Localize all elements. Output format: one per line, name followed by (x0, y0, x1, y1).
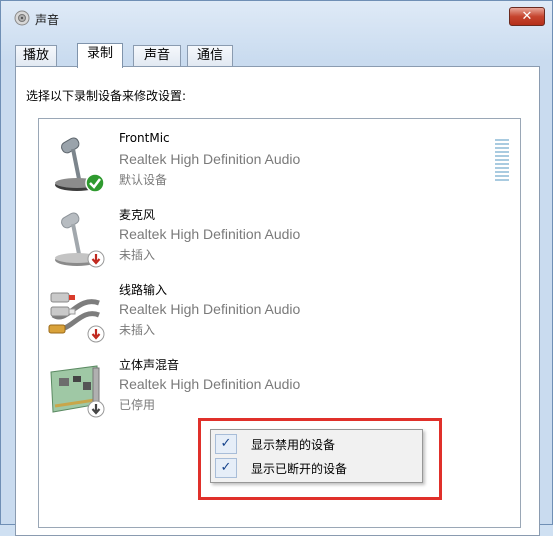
device-status: 默认设备 (119, 173, 168, 187)
unplugged-badge-icon (87, 325, 105, 343)
tab-communications[interactable]: 通信 (187, 45, 233, 66)
device-status: 未插入 (119, 323, 156, 337)
tab-sounds[interactable]: 声音 (133, 45, 181, 66)
device-status: 已停用 (119, 398, 156, 412)
device-item-stereo-mix[interactable]: 立体声混音 Realtek High Definition Audio 已停用 (39, 354, 519, 424)
check-badge-icon (85, 173, 105, 193)
menu-item-label: 显示禁用的设备 (251, 438, 336, 452)
close-button[interactable]: ✕ (509, 7, 545, 26)
level-meter (495, 139, 509, 183)
device-driver: Realtek High Definition Audio (119, 301, 301, 317)
device-item-frontmic[interactable]: FrontMic Realtek High Definition Audio 默… (39, 129, 519, 199)
instruction-text: 选择以下录制设备来修改设置: (26, 89, 187, 103)
device-name: 线路输入 (119, 283, 168, 297)
menu-item-show-disconnected[interactable]: ✓ 显示已断开的设备 (213, 457, 420, 480)
device-driver: Realtek High Definition Audio (119, 226, 301, 242)
tab-strip: 播放 录制 声音 通信 (15, 43, 535, 68)
disabled-badge-icon (87, 400, 105, 418)
context-menu: ✓ 显示禁用的设备 ✓ 显示已断开的设备 (210, 429, 423, 483)
device-status: 未插入 (119, 248, 156, 262)
speaker-icon (14, 10, 30, 26)
device-driver: Realtek High Definition Audio (119, 151, 301, 167)
menu-item-label: 显示已断开的设备 (251, 462, 348, 476)
tab-playback[interactable]: 播放 (15, 45, 57, 66)
device-item-line-in[interactable]: 线路输入 Realtek High Definition Audio 未插入 (39, 279, 519, 349)
device-item-microphone[interactable]: 麦克风 Realtek High Definition Audio 未插入 (39, 204, 519, 274)
sound-dialog: 声音 ✕ 播放 录制 声音 通信 选择以下录制设备来修改设置: FrontMic… (0, 0, 553, 536)
checkmark-icon: ✓ (215, 458, 237, 478)
menu-item-show-disabled[interactable]: ✓ 显示禁用的设备 (213, 433, 420, 456)
device-name: 立体声混音 (119, 358, 180, 372)
window-title: 声音 (35, 13, 60, 27)
device-driver: Realtek High Definition Audio (119, 376, 301, 392)
device-name: FrontMic (119, 131, 170, 145)
checkmark-icon: ✓ (215, 434, 237, 454)
title-bar[interactable]: 声音 ✕ (1, 1, 552, 33)
tab-recording[interactable]: 录制 (77, 43, 123, 68)
device-name: 麦克风 (119, 208, 156, 222)
unplugged-badge-icon (87, 250, 105, 268)
